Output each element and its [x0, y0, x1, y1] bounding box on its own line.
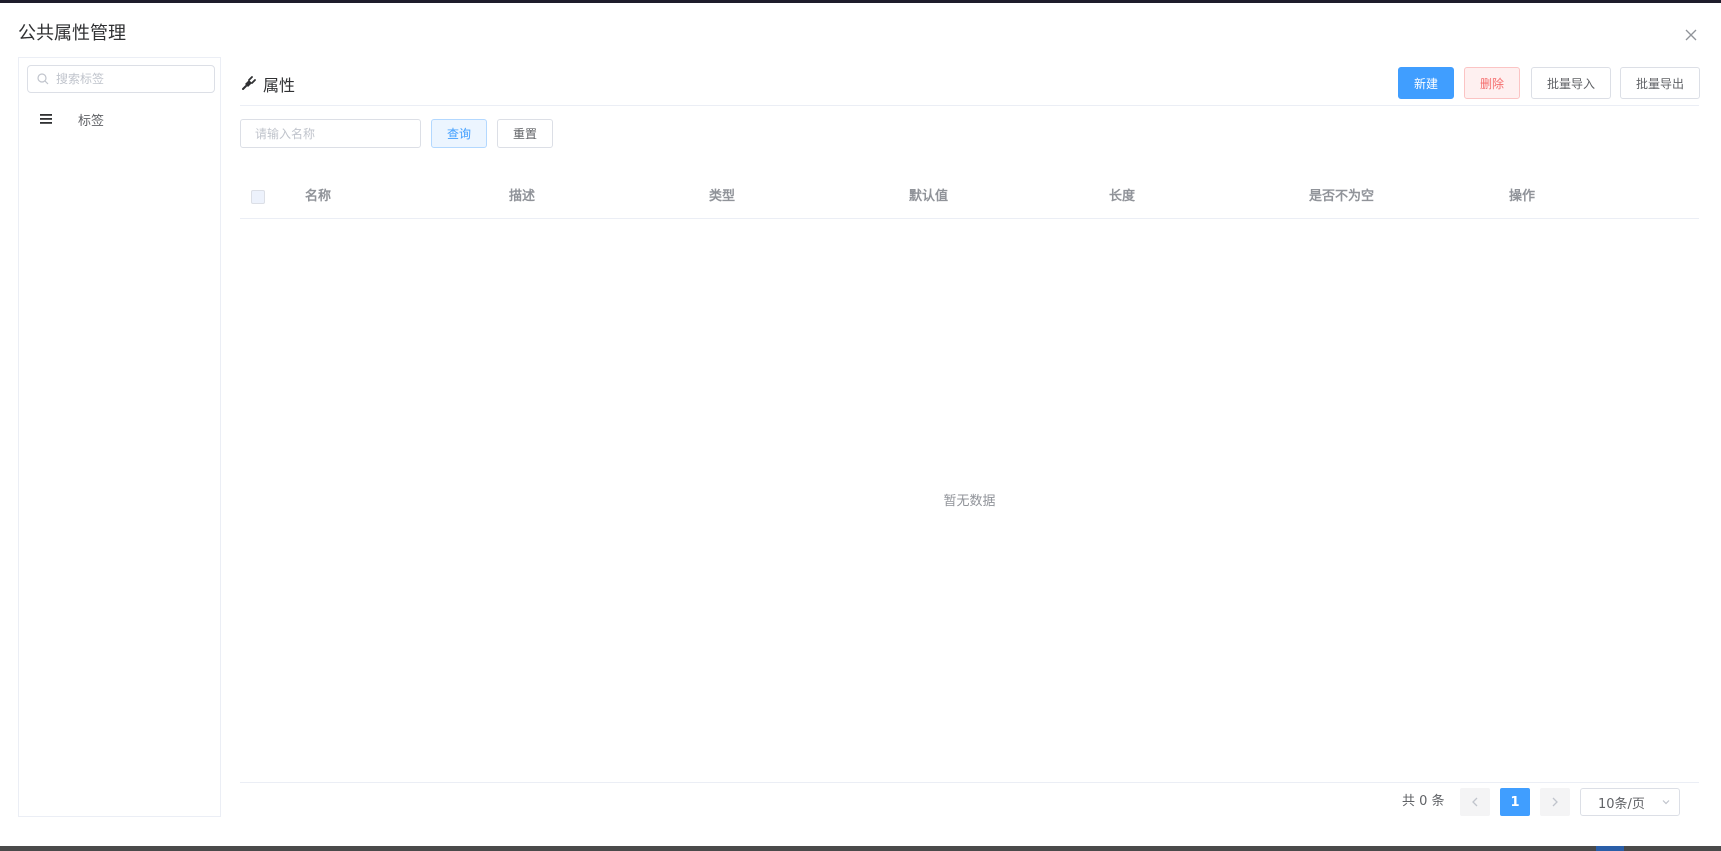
tag-search-box[interactable]: [27, 65, 215, 93]
select-all-checkbox[interactable]: [251, 190, 265, 204]
column-header-actions: 操作: [1509, 189, 1536, 204]
taskbar-accent: [1596, 846, 1624, 851]
name-search-input[interactable]: [240, 119, 421, 148]
column-header-description[interactable]: 描述: [509, 175, 535, 219]
search-icon: [37, 73, 49, 85]
batch-import-button[interactable]: 批量导入: [1531, 67, 1611, 99]
close-button[interactable]: [1681, 25, 1701, 45]
page-size-value: 10条/页: [1598, 796, 1645, 812]
prev-page-button[interactable]: [1460, 788, 1490, 816]
reset-button[interactable]: 重置: [497, 119, 553, 148]
column-header-type[interactable]: 类型: [709, 175, 735, 219]
tag-search-input[interactable]: [54, 71, 204, 87]
dialog-title: 公共属性管理: [18, 23, 126, 44]
plug-icon: [242, 76, 256, 90]
chevron-right-icon: [1552, 797, 1558, 807]
next-page-button[interactable]: [1540, 788, 1570, 816]
sidebar-item-tags[interactable]: 标签: [19, 105, 220, 133]
section-title: 属性: [240, 72, 295, 96]
tag-sidebar: 标签: [18, 57, 221, 817]
page-number-current[interactable]: 1: [1500, 788, 1530, 816]
close-icon: [1685, 29, 1697, 41]
table-header: 名称 描述 类型 默认值 长度 是否不为空 操作: [240, 175, 1699, 219]
page-size-select[interactable]: 10条/页: [1580, 788, 1680, 816]
column-header-default-value[interactable]: 默认值: [909, 175, 948, 219]
pagination-divider: [240, 782, 1699, 783]
pagination-total: 共 0 条: [1402, 794, 1445, 809]
chevron-down-icon: [1662, 800, 1670, 805]
new-button[interactable]: 新建: [1398, 67, 1454, 99]
section-title-text: 属性: [263, 76, 296, 95]
table-empty-text: 暂无数据: [943, 494, 996, 509]
delete-button[interactable]: 删除: [1464, 67, 1520, 99]
menu-icon: [39, 112, 53, 126]
window-top-edge: [0, 0, 1721, 3]
chevron-left-icon: [1472, 797, 1478, 807]
batch-export-button[interactable]: 批量导出: [1620, 67, 1700, 99]
window-bottom-edge: [0, 846, 1721, 851]
column-header-length[interactable]: 长度: [1109, 175, 1135, 219]
query-button[interactable]: 查询: [431, 119, 487, 148]
column-header-not-null[interactable]: 是否不为空: [1309, 175, 1374, 219]
column-header-name[interactable]: 名称: [305, 175, 331, 219]
sidebar-item-label: 标签: [78, 113, 105, 129]
